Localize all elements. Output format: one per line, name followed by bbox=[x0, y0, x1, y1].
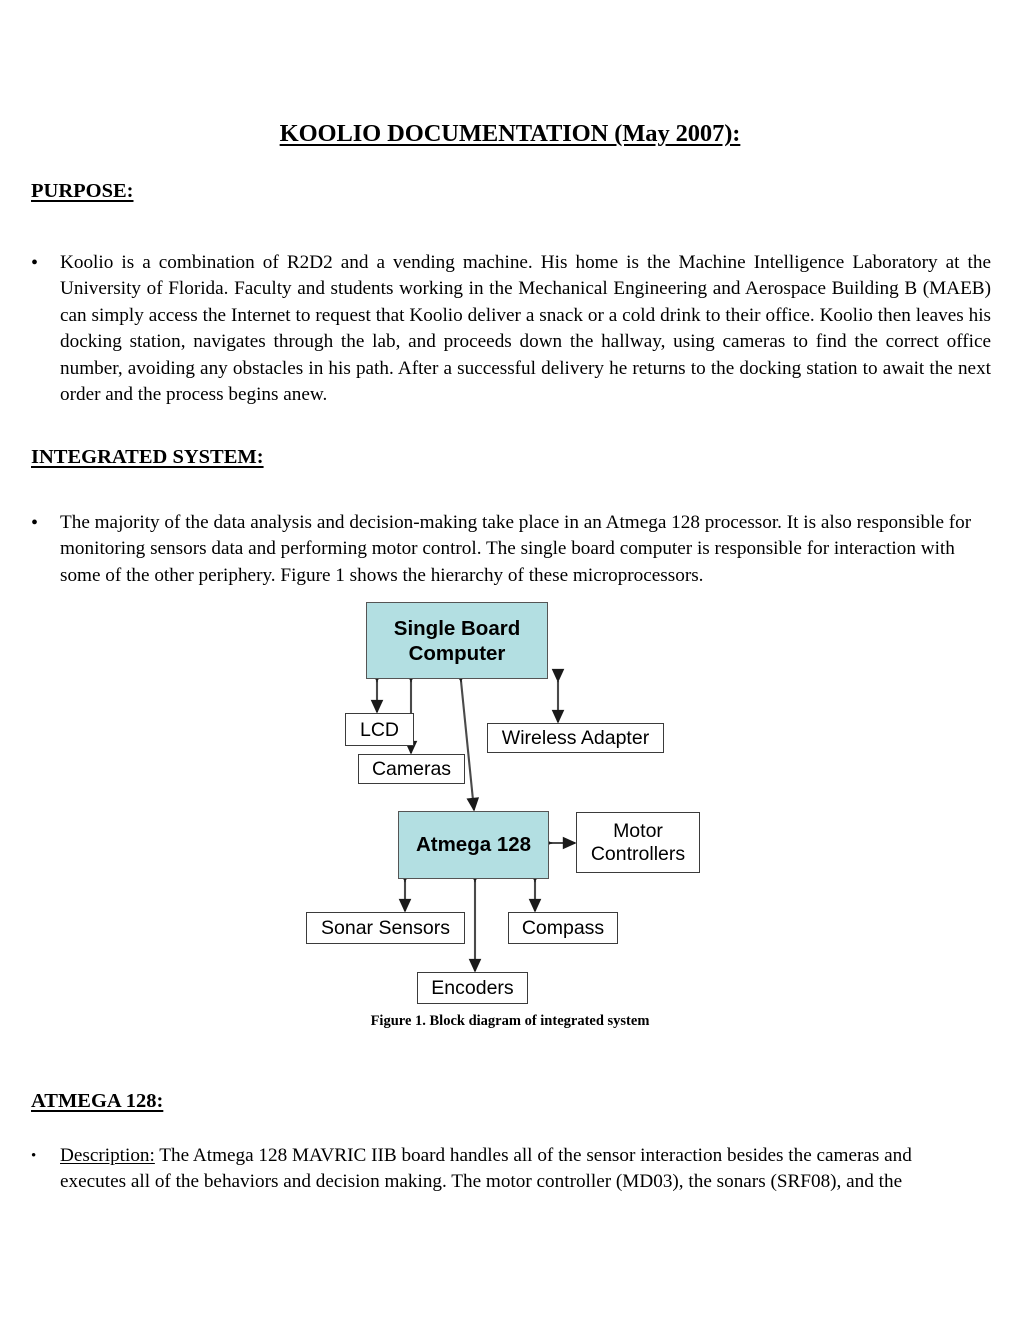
bullet-glyph: • bbox=[31, 1148, 37, 1164]
section-heading-atmega-128: ATMEGA 128: bbox=[31, 1090, 164, 1112]
section-heading-integrated-system: INTEGRATED SYSTEM: bbox=[31, 446, 264, 468]
diagram-node-sonar-sensors[interactable]: Sonar Sensors bbox=[306, 912, 465, 944]
page-title-text: KOOLIO DOCUMENTATION (May 2007): bbox=[279, 120, 741, 147]
integrated-system-bullet-paragraph: • The majority of the data analysis and … bbox=[31, 510, 991, 589]
atmega-description-text: Description: The Atmega 128 MAVRIC IIB b… bbox=[60, 1143, 971, 1196]
diagram-node-cameras[interactable]: Cameras bbox=[358, 754, 465, 784]
diagram-node-wireless-adapter[interactable]: Wireless Adapter bbox=[487, 723, 664, 753]
document-page: KOOLIO DOCUMENTATION (May 2007): PURPOSE… bbox=[0, 0, 1020, 1320]
block-diagram-figure: Single Board Computer LCD Cameras Wirele… bbox=[0, 0, 1020, 1320]
figure-caption: Figure 1. Block diagram of integrated sy… bbox=[370, 1013, 650, 1029]
diagram-node-compass[interactable]: Compass bbox=[508, 912, 618, 944]
purpose-bullet-paragraph: • Koolio is a combination of R2D2 and a … bbox=[31, 250, 991, 408]
diagram-node-encoders[interactable]: Encoders bbox=[417, 972, 528, 1004]
bullet-glyph: • bbox=[31, 252, 39, 274]
atmega-description-bullet-paragraph: • Description: The Atmega 128 MAVRIC IIB… bbox=[31, 1143, 971, 1196]
diagram-node-atmega-128[interactable]: Atmega 128 bbox=[398, 811, 549, 879]
diagram-node-single-board-computer[interactable]: Single Board Computer bbox=[366, 602, 548, 679]
purpose-paragraph-text: Koolio is a combination of R2D2 and a ve… bbox=[60, 252, 991, 406]
diagram-node-lcd[interactable]: LCD bbox=[345, 713, 414, 746]
connector-sbc-atmega bbox=[453, 668, 480, 812]
bullet-glyph: • bbox=[31, 512, 39, 534]
atmega-description-body: The Atmega 128 MAVRIC IIB board handles … bbox=[60, 1145, 912, 1193]
integrated-system-paragraph-text: The majority of the data analysis and de… bbox=[60, 512, 972, 586]
diagram-node-motor-controllers[interactable]: Motor Controllers bbox=[576, 812, 700, 873]
atmega-description-label: Description: bbox=[60, 1145, 155, 1166]
diagram-connector-layer bbox=[370, 668, 577, 973]
section-heading-purpose: PURPOSE: bbox=[31, 180, 134, 202]
page-title: KOOLIO DOCUMENTATION (May 2007): bbox=[0, 120, 1020, 148]
